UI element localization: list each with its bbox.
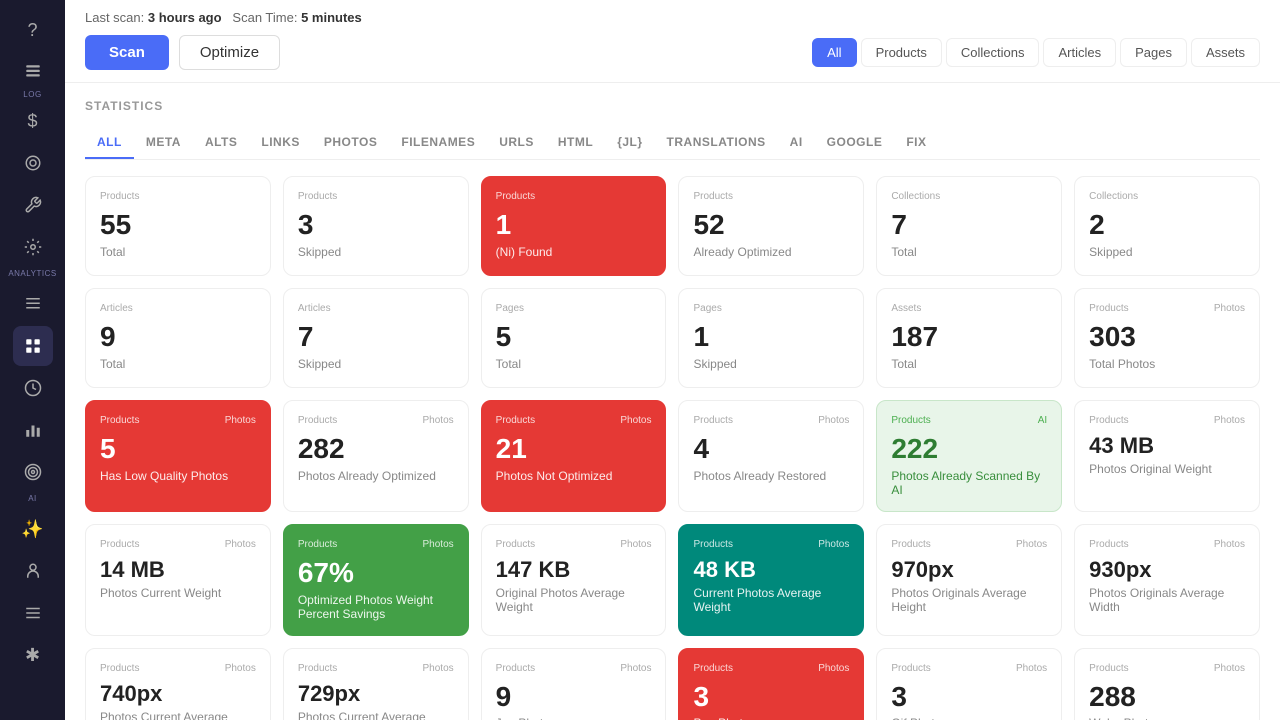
clock-icon[interactable] xyxy=(13,368,53,408)
card-photos-current-weight: ProductsPhotos 14 MB Photos Current Weig… xyxy=(85,524,271,636)
analytics-label: ANALYTICS xyxy=(8,269,56,278)
last-scan-label: Last scan: xyxy=(85,10,144,25)
sub-tab-google[interactable]: GOOGLE xyxy=(815,127,895,159)
card-webp-photos: ProductsPhotos 288 Webp Photos xyxy=(1074,648,1260,720)
action-buttons: Scan Optimize xyxy=(85,35,280,70)
question-icon[interactable]: ? xyxy=(13,10,53,50)
card-products-total-photos: ProductsPhotos 303 Total Photos xyxy=(1074,288,1260,388)
sub-tab-fix[interactable]: FIX xyxy=(894,127,938,159)
card-products-already-optimized: Products 52 Already Optimized xyxy=(678,176,864,276)
sub-tab-meta[interactable]: META xyxy=(134,127,193,159)
cards-row-4: ProductsPhotos 14 MB Photos Current Weig… xyxy=(85,524,1260,636)
card-current-avg-height: ProductsPhotos 740px Photos Current Aver… xyxy=(85,648,271,720)
scan-time-label: Scan Time: xyxy=(232,10,297,25)
sub-tab-urls[interactable]: URLS xyxy=(487,127,546,159)
scan-time-value: 5 minutes xyxy=(301,10,362,25)
stats-section: STATISTICS ALL META ALTS LINKS PHOTOS FI… xyxy=(65,83,1280,720)
card-collections-total: Collections 7 Total xyxy=(876,176,1062,276)
card-photos-already-restored: ProductsPhotos 4 Photos Already Restored xyxy=(678,400,864,512)
filter-tab-assets[interactable]: Assets xyxy=(1191,38,1260,67)
card-collections-skipped: Collections 2 Skipped xyxy=(1074,176,1260,276)
card-photos-scanned-ai: ProductsAI 222 Photos Already Scanned By… xyxy=(876,400,1062,512)
bar-chart-icon[interactable] xyxy=(13,410,53,450)
target-icon[interactable] xyxy=(13,452,53,492)
card-pages-total: Pages 5 Total xyxy=(481,288,667,388)
filter-tab-pages[interactable]: Pages xyxy=(1120,38,1187,67)
stats-title: STATISTICS xyxy=(85,99,1260,113)
sparkle-icon[interactable]: ✨ xyxy=(13,509,53,549)
card-jpg-photos: ProductsPhotos 9 Jpg Photos xyxy=(481,648,667,720)
filter-tab-collections[interactable]: Collections xyxy=(946,38,1040,67)
card-photos-original-weight: ProductsPhotos 43 MB Photos Original Wei… xyxy=(1074,400,1260,512)
grid-icon[interactable] xyxy=(13,326,53,366)
cards-row-3: ProductsPhotos 5 Has Low Quality Photos … xyxy=(85,400,1260,512)
card-originals-avg-width: ProductsPhotos 930px Photos Originals Av… xyxy=(1074,524,1260,636)
cards-row-1: Products 55 Total Products 3 Skipped Pro… xyxy=(85,176,1260,276)
log-label: LOG xyxy=(23,90,41,99)
sub-tab-filenames[interactable]: FILENAMES xyxy=(389,127,487,159)
card-products-total: Products 55 Total xyxy=(85,176,271,276)
card-originals-avg-height: ProductsPhotos 970px Photos Originals Av… xyxy=(876,524,1062,636)
sub-tab-ai[interactable]: AI xyxy=(778,127,815,159)
cards-row-2: Articles 9 Total Articles 7 Skipped Page… xyxy=(85,288,1260,388)
scan-info: Last scan: 3 hours ago Scan Time: 5 minu… xyxy=(85,10,1260,25)
card-original-avg-weight: ProductsPhotos 147 KB Original Photos Av… xyxy=(481,524,667,636)
person-icon[interactable] xyxy=(13,551,53,591)
top-bar: Last scan: 3 hours ago Scan Time: 5 minu… xyxy=(65,0,1280,83)
card-current-avg-weight: ProductsPhotos 48 KB Current Photos Aver… xyxy=(678,524,864,636)
card-assets-total: Assets 187 Total xyxy=(876,288,1062,388)
asterisk-icon[interactable]: ✱ xyxy=(13,635,53,675)
card-articles-total: Articles 9 Total xyxy=(85,288,271,388)
card-photos-already-optimized: ProductsPhotos 282 Photos Already Optimi… xyxy=(283,400,469,512)
card-png-photos: ProductsPhotos 3 Png Photos xyxy=(678,648,864,720)
sub-tab-photos[interactable]: PHOTOS xyxy=(312,127,389,159)
sub-tab-translations[interactable]: TRANSLATIONS xyxy=(655,127,778,159)
list-icon[interactable] xyxy=(13,593,53,633)
sub-tab-html[interactable]: HTML xyxy=(546,127,605,159)
last-scan-value: 3 hours ago xyxy=(148,10,222,25)
dollar-icon[interactable]: $ xyxy=(13,101,53,141)
scan-button[interactable]: Scan xyxy=(85,35,169,70)
sidebar: ? LOG $ ANALYTICS AI xyxy=(0,0,65,720)
card-products-skipped: Products 3 Skipped xyxy=(283,176,469,276)
sub-tabs: ALL META ALTS LINKS PHOTOS FILENAMES URL… xyxy=(85,127,1260,160)
tools-icon[interactable] xyxy=(13,185,53,225)
filter-tab-all[interactable]: All xyxy=(812,38,856,67)
sub-tab-all[interactable]: ALL xyxy=(85,127,134,159)
sub-tab-alts[interactable]: ALTS xyxy=(193,127,249,159)
card-photos-not-optimized: ProductsPhotos 21 Photos Not Optimized xyxy=(481,400,667,512)
lines-icon[interactable] xyxy=(13,284,53,324)
card-low-quality-photos: ProductsPhotos 5 Has Low Quality Photos xyxy=(85,400,271,512)
card-products-ni-found: Products 1 (Ni) Found xyxy=(481,176,667,276)
card-photos-weight-savings: ProductsPhotos 67% Optimized Photos Weig… xyxy=(283,524,469,636)
action-row: Scan Optimize All Products Collections A… xyxy=(85,35,1260,70)
log-icon[interactable] xyxy=(13,52,53,92)
circle-at-icon[interactable] xyxy=(13,143,53,183)
card-articles-skipped: Articles 7 Skipped xyxy=(283,288,469,388)
gear-icon[interactable] xyxy=(13,227,53,267)
sub-tab-jl[interactable]: {JL} xyxy=(605,127,654,159)
cards-row-5: ProductsPhotos 740px Photos Current Aver… xyxy=(85,648,1260,720)
filter-tabs: All Products Collections Articles Pages … xyxy=(812,38,1260,67)
sub-tab-links[interactable]: LINKS xyxy=(249,127,312,159)
card-current-avg-width: ProductsPhotos 729px Photos Current Aver… xyxy=(283,648,469,720)
filter-tab-articles[interactable]: Articles xyxy=(1043,38,1116,67)
main-content: Last scan: 3 hours ago Scan Time: 5 minu… xyxy=(65,0,1280,720)
filter-tab-products[interactable]: Products xyxy=(861,38,942,67)
ai-label: AI xyxy=(28,494,37,503)
optimize-button[interactable]: Optimize xyxy=(179,35,280,70)
card-pages-skipped: Pages 1 Skipped xyxy=(678,288,864,388)
card-gif-photos: ProductsPhotos 3 Gif Photos xyxy=(876,648,1062,720)
